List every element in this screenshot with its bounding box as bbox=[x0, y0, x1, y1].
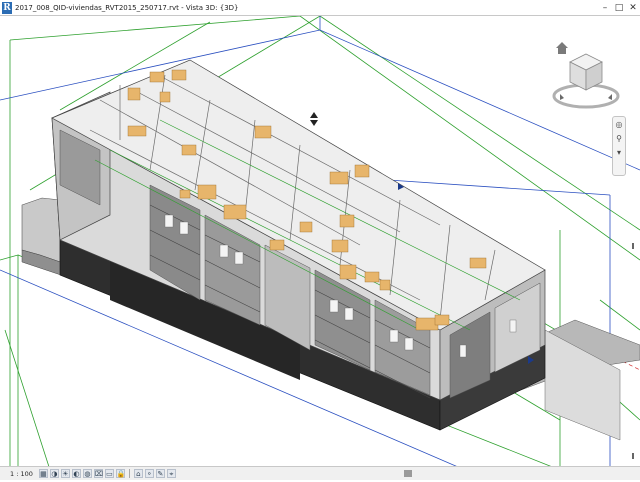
window-title: 2017_008_QID-viviendas_RVT2015_250717.rv… bbox=[15, 3, 239, 12]
reveal-hidden-icon[interactable]: ⚬ bbox=[144, 469, 154, 478]
visual-style-icon[interactable]: ◑ bbox=[49, 469, 59, 478]
window-controls: – □ ✕ bbox=[598, 0, 640, 16]
zoom-icon[interactable]: ⚲ bbox=[616, 134, 622, 144]
title-bar: R 2017_008_QID-viviendas_RVT2015_250717.… bbox=[0, 0, 640, 16]
analytical-model-icon[interactable]: ✎ bbox=[155, 469, 165, 478]
temporary-hide-icon[interactable]: ⌂ bbox=[133, 469, 143, 478]
close-button[interactable]: ✕ bbox=[626, 0, 640, 16]
minimize-button[interactable]: – bbox=[598, 0, 612, 16]
move-arrow-icon[interactable] bbox=[310, 112, 318, 126]
house-icon[interactable] bbox=[556, 42, 568, 54]
crop-view-icon[interactable]: ⌧ bbox=[93, 469, 103, 478]
app-logo-icon[interactable]: R bbox=[2, 1, 12, 14]
detail-level-icon[interactable]: ▦ bbox=[38, 469, 48, 478]
view-cube-icon[interactable] bbox=[569, 53, 603, 91]
maximize-button[interactable]: □ bbox=[612, 0, 626, 16]
sun-path-icon[interactable]: ☀ bbox=[60, 469, 70, 478]
view-control-bar: 1 : 100 ▦ ◑ ☀ ◐ ◍ ⌧ ▭ 🔒 ⌂ ⚬ ✎ ⌖ bbox=[0, 466, 640, 480]
view-control-icons: ▦ ◑ ☀ ◐ ◍ ⌧ ▭ 🔒 ⌂ ⚬ ✎ ⌖ bbox=[38, 469, 176, 478]
divider bbox=[128, 469, 130, 478]
highlight-displacement-icon[interactable]: ⌖ bbox=[166, 469, 176, 478]
view-edge-handle[interactable] bbox=[630, 234, 640, 249]
view-edge-handle-bottom[interactable] bbox=[630, 444, 640, 459]
navbar-menu-icon[interactable]: ▾ bbox=[617, 148, 621, 158]
lock-3d-icon[interactable]: 🔒 bbox=[115, 469, 126, 478]
horizontal-scroll-thumb[interactable] bbox=[404, 467, 412, 480]
full-navigation-wheel-icon[interactable]: ◎ bbox=[616, 120, 623, 130]
shadows-icon[interactable]: ◐ bbox=[71, 469, 81, 478]
navigation-bar: ◎ ⚲ ▾ bbox=[612, 116, 626, 176]
3d-viewport[interactable]: ◎ ⚲ ▾ bbox=[0, 16, 640, 466]
view-scale[interactable]: 1 : 100 bbox=[10, 470, 33, 478]
view-cube[interactable] bbox=[548, 38, 620, 114]
show-crop-icon[interactable]: ▭ bbox=[104, 469, 114, 478]
render-icon[interactable]: ◍ bbox=[82, 469, 92, 478]
building-3d-model[interactable] bbox=[0, 16, 640, 466]
